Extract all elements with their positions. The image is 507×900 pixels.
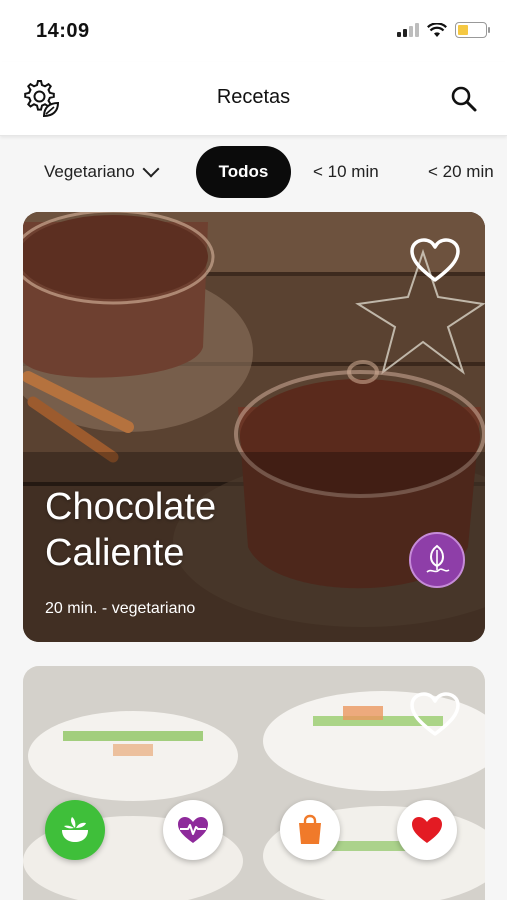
signal-icon [397, 23, 419, 37]
favorite-button[interactable] [409, 692, 461, 738]
status-icons [397, 22, 490, 38]
search-button[interactable] [449, 84, 479, 114]
filter-label: Vegetariano [44, 162, 135, 181]
recipe-card[interactable] [23, 666, 485, 900]
battery-icon [455, 22, 490, 38]
leaf-badge-icon [426, 544, 450, 573]
filter-bar: Vegetariano Todos < 10 min < 20 min [0, 146, 507, 202]
favorite-button[interactable] [409, 238, 461, 284]
bottom-nav [0, 800, 507, 862]
nav-shopping-button[interactable] [280, 800, 340, 860]
filter-20-min[interactable]: < 20 min [428, 146, 494, 198]
recipe-meta: 20 min. - vegetariano [45, 600, 196, 617]
nav-health-button[interactable] [163, 800, 223, 860]
app-header: Recetas [0, 62, 507, 136]
filter-vegetariano[interactable]: Vegetariano [44, 146, 160, 198]
filter-10-min[interactable]: < 10 min [313, 146, 379, 198]
heart-filled-icon [412, 817, 442, 843]
filter-label: < 10 min [313, 162, 379, 181]
shopping-bag-icon [299, 814, 321, 844]
nav-favorites-button[interactable] [397, 800, 457, 860]
bowl-icon [62, 817, 88, 842]
page-title: Recetas [216, 86, 291, 108]
nav-recipes-button[interactable] [45, 800, 105, 860]
status-bar: 14:09 [0, 0, 507, 62]
chevron-down-icon [142, 160, 160, 178]
leaf-badge [409, 532, 465, 588]
recipe-title: Chocolate Caliente [45, 486, 217, 574]
filter-todos[interactable]: Todos [196, 146, 291, 198]
wifi-icon [427, 22, 447, 37]
heart-outline-icon [410, 238, 460, 282]
status-time: 14:09 [36, 20, 90, 42]
recipe-card[interactable]: Chocolate Caliente 20 min. - vegetariano [23, 212, 485, 642]
heart-pulse-icon [178, 817, 208, 843]
filter-label: Todos [218, 162, 269, 181]
search-icon [451, 86, 477, 112]
filter-label: < 20 min [428, 162, 494, 181]
heart-outline-icon [410, 692, 460, 736]
